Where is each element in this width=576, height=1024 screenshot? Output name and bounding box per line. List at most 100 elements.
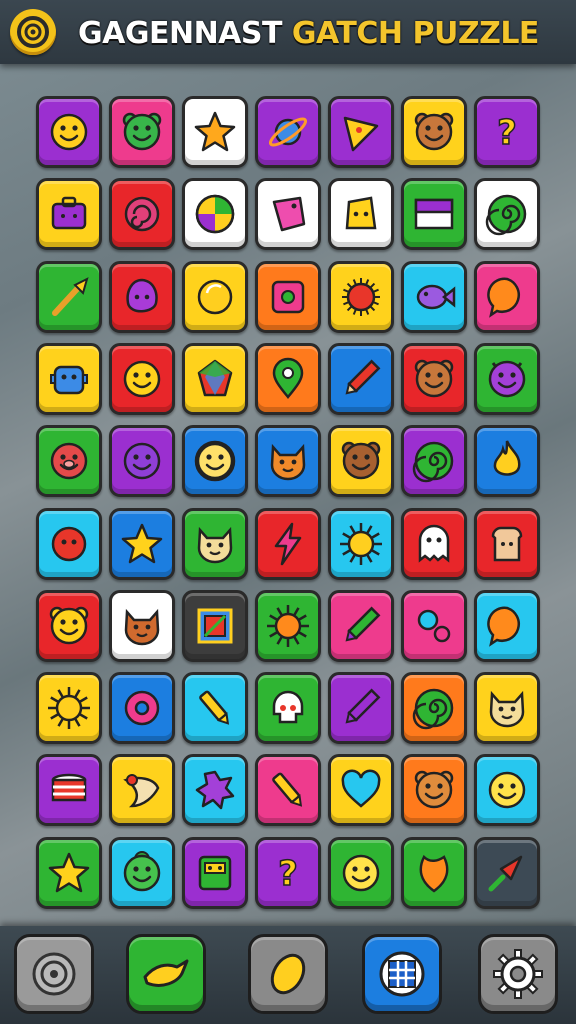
puzzle-tile[interactable] — [474, 425, 540, 497]
puzzle-tile[interactable] — [36, 343, 102, 415]
nav-button-bird[interactable] — [126, 934, 206, 1014]
puzzle-tile[interactable] — [109, 508, 175, 580]
puzzle-tile[interactable] — [109, 672, 175, 744]
puzzle-tile[interactable] — [474, 590, 540, 662]
target-icon — [32, 952, 76, 996]
sun-icon — [340, 523, 382, 565]
puzzle-tile[interactable] — [328, 178, 394, 250]
green-troll-icon — [123, 851, 161, 892]
puzzle-tile[interactable] — [401, 425, 467, 497]
puzzle-tile[interactable] — [109, 343, 175, 415]
puzzle-tile[interactable] — [36, 96, 102, 168]
flag-icon — [414, 198, 454, 230]
puzzle-tile[interactable] — [328, 261, 394, 333]
title-word-1: GAGENNAST — [78, 16, 282, 51]
brown-dog-icon — [341, 441, 381, 480]
puzzle-tile[interactable] — [182, 261, 248, 333]
puzzle-tile[interactable] — [474, 754, 540, 826]
target-icon[interactable] — [10, 9, 56, 55]
question-mark-icon: ? — [277, 853, 298, 895]
puzzle-tile[interactable] — [255, 178, 321, 250]
puzzle-tile[interactable] — [109, 425, 175, 497]
puzzle-tile[interactable]: ? — [255, 837, 321, 909]
puzzle-tile[interactable] — [36, 590, 102, 662]
puzzle-tile[interactable] — [182, 754, 248, 826]
purple-blob-icon — [126, 278, 158, 313]
pink-square-icon — [271, 280, 305, 314]
pizza-slice-icon — [343, 116, 379, 152]
puzzle-tile[interactable] — [401, 508, 467, 580]
puzzle-tile[interactable] — [36, 754, 102, 826]
puzzle-tile[interactable] — [255, 590, 321, 662]
nav-button-grid-globe[interactable] — [362, 934, 442, 1014]
puzzle-tile[interactable] — [401, 261, 467, 333]
puzzle-tile[interactable] — [401, 754, 467, 826]
puzzle-tile[interactable] — [328, 590, 394, 662]
puzzle-tile[interactable] — [328, 343, 394, 415]
toast-icon — [491, 526, 523, 562]
yellow-face-icon — [488, 771, 526, 809]
nav-button-target[interactable] — [14, 934, 94, 1014]
puzzle-tile[interactable] — [401, 590, 467, 662]
puzzle-tile[interactable] — [255, 672, 321, 744]
puzzle-tile[interactable] — [328, 672, 394, 744]
puzzle-tile[interactable] — [182, 343, 248, 415]
puzzle-tile[interactable] — [36, 425, 102, 497]
puzzle-tile[interactable] — [474, 672, 540, 744]
puzzle-tile[interactable] — [328, 837, 394, 909]
ghost-icon — [418, 524, 450, 563]
puzzle-tile[interactable] — [328, 96, 394, 168]
puzzle-tile[interactable] — [401, 343, 467, 415]
puzzle-tile[interactable] — [182, 590, 248, 662]
puzzle-tile[interactable] — [109, 261, 175, 333]
puzzle-tile[interactable] — [109, 837, 175, 909]
puzzle-tile[interactable] — [36, 261, 102, 333]
puzzle-tile[interactable] — [255, 508, 321, 580]
puzzle-tile[interactable] — [255, 754, 321, 826]
puzzle-tile[interactable] — [401, 96, 467, 168]
puzzle-tile[interactable] — [474, 508, 540, 580]
puzzle-tile[interactable] — [328, 754, 394, 826]
puzzle-tile[interactable] — [474, 261, 540, 333]
puzzle-tile[interactable] — [401, 837, 467, 909]
bear-face-icon — [414, 359, 454, 398]
puzzle-tile[interactable] — [328, 425, 394, 497]
cornucopia-icon — [123, 774, 160, 808]
puzzle-tile[interactable] — [182, 96, 248, 168]
crayon-icon — [199, 690, 230, 725]
puzzle-tile[interactable] — [36, 672, 102, 744]
puzzle-tile[interactable] — [474, 343, 540, 415]
star-icon — [48, 852, 90, 893]
puzzle-tile[interactable] — [401, 178, 467, 250]
puzzle-tile[interactable] — [255, 261, 321, 333]
puzzle-tile[interactable] — [109, 96, 175, 168]
puzzle-tile[interactable] — [182, 425, 248, 497]
puzzle-tile[interactable] — [109, 754, 175, 826]
pink-gem-icon — [272, 196, 306, 232]
nav-button-lemon[interactable] — [248, 934, 328, 1014]
puzzle-tile[interactable]: ? — [474, 96, 540, 168]
puzzle-tile[interactable] — [328, 508, 394, 580]
red-ball-face-icon — [51, 526, 87, 562]
orange-bubble-icon — [487, 606, 520, 647]
puzzle-tile[interactable] — [36, 178, 102, 250]
puzzle-tile[interactable] — [474, 837, 540, 909]
fox-face-icon — [270, 443, 306, 481]
orange-bubble-icon — [487, 277, 520, 318]
gem-icon — [197, 359, 233, 397]
puzzle-tile[interactable] — [109, 590, 175, 662]
puzzle-tile[interactable] — [182, 508, 248, 580]
puzzle-tile[interactable] — [182, 837, 248, 909]
puzzle-tile[interactable] — [255, 425, 321, 497]
puzzle-tile[interactable] — [255, 343, 321, 415]
puzzle-tile[interactable] — [401, 672, 467, 744]
puzzle-tile[interactable] — [255, 96, 321, 168]
gear-icon — [493, 949, 543, 999]
nav-button-gear[interactable] — [478, 934, 558, 1014]
puzzle-tile[interactable] — [109, 178, 175, 250]
puzzle-tile[interactable] — [36, 837, 102, 909]
puzzle-tile[interactable] — [182, 672, 248, 744]
puzzle-tile[interactable] — [182, 178, 248, 250]
puzzle-tile[interactable] — [36, 508, 102, 580]
puzzle-tile[interactable] — [474, 178, 540, 250]
